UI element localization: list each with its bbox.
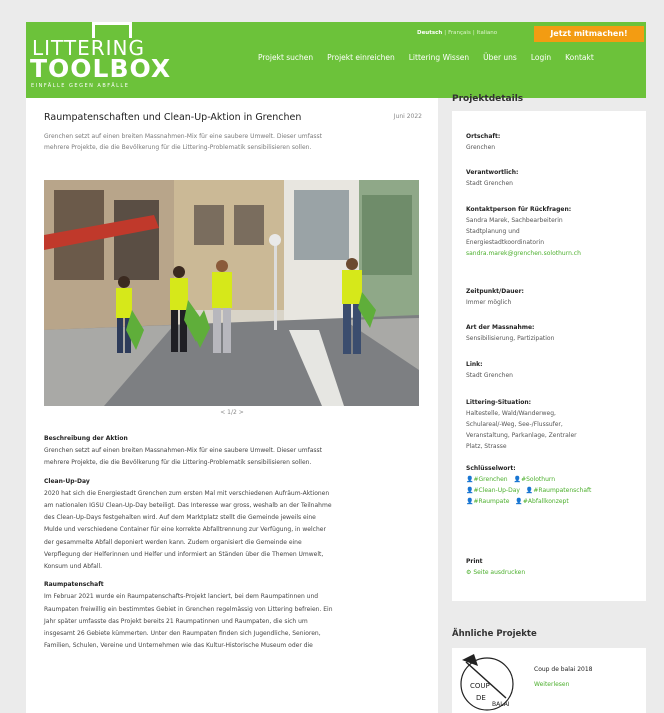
svg-text:BALAI: BALAI [492,701,510,708]
coup-de-balai-logo: COUP DE BALAI [460,654,514,711]
detail-value: Stadt Grenchen [466,372,513,379]
site-logo[interactable]: LITTERING TOOLBOX EINFÄLLE GEGEN ABFÄLLE [30,22,172,89]
main-nav: Projekt suchen Projekt einreichen Litterin… [258,53,608,62]
nav-littering-wissen[interactable]: Littering Wissen [409,53,469,62]
article-body: Beschreibung der Aktion Grenchen setzt a… [44,433,424,652]
article-date: Juni 2022 [393,113,422,120]
detail-value: Haltestelle, Wald/Wanderweg, [466,410,556,417]
site-header: LITTERING TOOLBOX EINFÄLLE GEGEN ABFÄLLE… [26,22,646,98]
article-photo[interactable] [44,180,419,406]
detail-label: Link: [466,361,483,368]
section-heading: Beschreibung der Aktion [44,435,128,442]
similar-project-card[interactable]: COUP DE BALAI Coup de balai 2018 Weiterl… [452,648,646,713]
body-line: des Clean-Up-Days festgehalten wird. Auf… [44,514,316,522]
detail-verantwortlich: Verantwortlich: Stadt Grenchen [466,167,638,189]
cleanup-volunteers-photo [44,180,419,406]
similar-project-title[interactable]: Coup de balai 2018 [534,666,592,673]
detail-art: Art der Massnahme: Sensibilisierung, Par… [466,322,638,344]
nav-login[interactable]: Login [531,53,551,62]
detail-value: Immer möglich [466,299,512,306]
contact-email-link[interactable]: sandra.marek@grenchen.solothurn.ch [466,248,638,259]
join-now-button[interactable]: Jetzt mitmachen! [534,26,644,42]
svg-text:COUP: COUP [470,682,490,690]
section-heading: Clean-Up-Day [44,477,90,485]
body-line: Im Februar 2021 wurde ein Raumpatenschaf… [44,593,319,601]
detail-value: Energiestadtkoordinatorin [466,239,545,246]
lang-de-link[interactable]: Deutsch [417,30,442,36]
article-title: Raumpatenschaften und Clean-Up-Aktion in… [44,112,302,123]
project-details-heading: Projektdetails [452,94,524,104]
lang-it-link[interactable]: Italiano [477,30,497,36]
body-line: Familien, Schulen, Vereine und Unternehm… [44,642,313,650]
body-line: Mulde und verschiedene Container für ein… [44,526,326,534]
similar-projects-heading: Ähnliche Projekte [452,629,537,639]
tag-link[interactable]: 👤#Solothurn [514,476,555,483]
detail-label: Art der Massnahme: [466,324,535,331]
detail-ortschaft: Ortschaft: Grenchen [466,131,638,153]
body-line: Konsum und Abfall. [44,563,103,571]
detail-value: Veranstaltung, Parkanlage, Zentraler [466,432,577,439]
svg-text:DE: DE [476,694,486,702]
detail-value: Stadt Grenchen [466,180,513,187]
article-card: Raumpatenschaften und Clean-Up-Aktion in… [26,98,438,713]
detail-value: Grenchen [466,144,496,151]
photo-pager[interactable]: < 1/2 > [26,409,438,416]
lead-line: Grenchen setzt auf einen breiten Massnah… [44,133,323,140]
detail-tags: Schlüsselwort: 👤#Grenchen 👤#Solothurn 👤#C… [466,463,638,507]
detail-label: Zeitpunkt/Dauer: [466,288,524,295]
read-more-link[interactable]: Weiterlesen [534,681,569,688]
detail-value: Stadtplanung und [466,228,520,235]
detail-label: Littering-Situation: [466,399,532,406]
tag-link[interactable]: 👤#Raumpate [466,498,509,505]
tag-link[interactable]: 👤#Grenchen [466,476,508,483]
detail-value: Platz, Strasse [466,443,507,450]
body-line: insgesamt 26 Gebiete kümmerten. Unter de… [44,630,321,638]
language-switcher: Deutsch | Français | Italiano [417,30,498,36]
detail-link: Link: Stadt Grenchen [466,359,638,381]
lead-line: mehrere Projekte, die die Bevölkerung fü… [44,144,312,151]
nav-ueber-uns[interactable]: Über uns [483,53,517,62]
lang-fr-link[interactable]: Français [448,30,471,36]
nav-projekt-einreichen[interactable]: Projekt einreichen [327,53,395,62]
body-line: am nationalen IGSU Clean-Up-Day beteilig… [44,502,332,510]
print-page-link[interactable]: ⚙ Seite ausdrucken [466,567,638,578]
tag-link[interactable]: 👤#Clean-Up-Day [466,487,520,494]
body-line: der gesammelte Abfall deponiert werden k… [44,538,302,546]
detail-situation: Littering-Situation: Haltestelle, Wald/W… [466,397,638,452]
body-line: Verpflegung der Helferinnen und Helfer u… [44,550,324,558]
detail-zeitpunkt: Zeitpunkt/Dauer: Immer möglich [466,286,638,308]
detail-value: Schulareal/-Weg, See-/Flussufer, [466,421,563,428]
body-line: 2020 hat sich die Energiestadt Grenchen … [44,489,330,497]
nav-kontakt[interactable]: Kontakt [565,53,594,62]
body-line: Grenchen setzt auf einen breiten Massnah… [44,447,323,455]
logo-text-toolbox: TOOLBOX [30,54,172,83]
tag-link[interactable]: 👤#Abfallkonzept [515,498,568,505]
detail-label: Kontaktperson für Rückfragen: [466,206,572,213]
project-details-card: Ortschaft: Grenchen Verantwortlich: Stad… [452,111,646,601]
detail-print: Print ⚙ Seite ausdrucken [466,556,638,578]
section-heading: Raumpatenschaft [44,581,104,589]
detail-label: Verantwortlich: [466,169,519,176]
detail-value: Sandra Marek, Sachbearbeiterin [466,217,563,224]
logo-tagline: EINFÄLLE GEGEN ABFÄLLE [31,83,130,89]
body-line: Jahr später umfasste das Projekt bereits… [44,617,308,625]
detail-label: Schlüsselwort: [466,465,516,472]
body-line: Raumpaten freiwillig ein bestimmtes Gebi… [44,605,333,613]
nav-projekt-suchen[interactable]: Projekt suchen [258,53,313,62]
body-line: mehrere Projekte, die die Bevölkerung fü… [44,459,312,467]
detail-kontakt: Kontaktperson für Rückfragen: Sandra Mar… [466,204,638,259]
detail-label: Print [466,558,483,565]
tag-link[interactable]: 👤#Raumpatenschaft [526,487,591,494]
detail-label: Ortschaft: [466,133,501,140]
detail-value: Sensibilisierung, Partizipation [466,335,555,342]
article-lead: Grenchen setzt auf einen breiten Massnah… [44,131,426,153]
print-icon: ⚙ [466,569,472,576]
